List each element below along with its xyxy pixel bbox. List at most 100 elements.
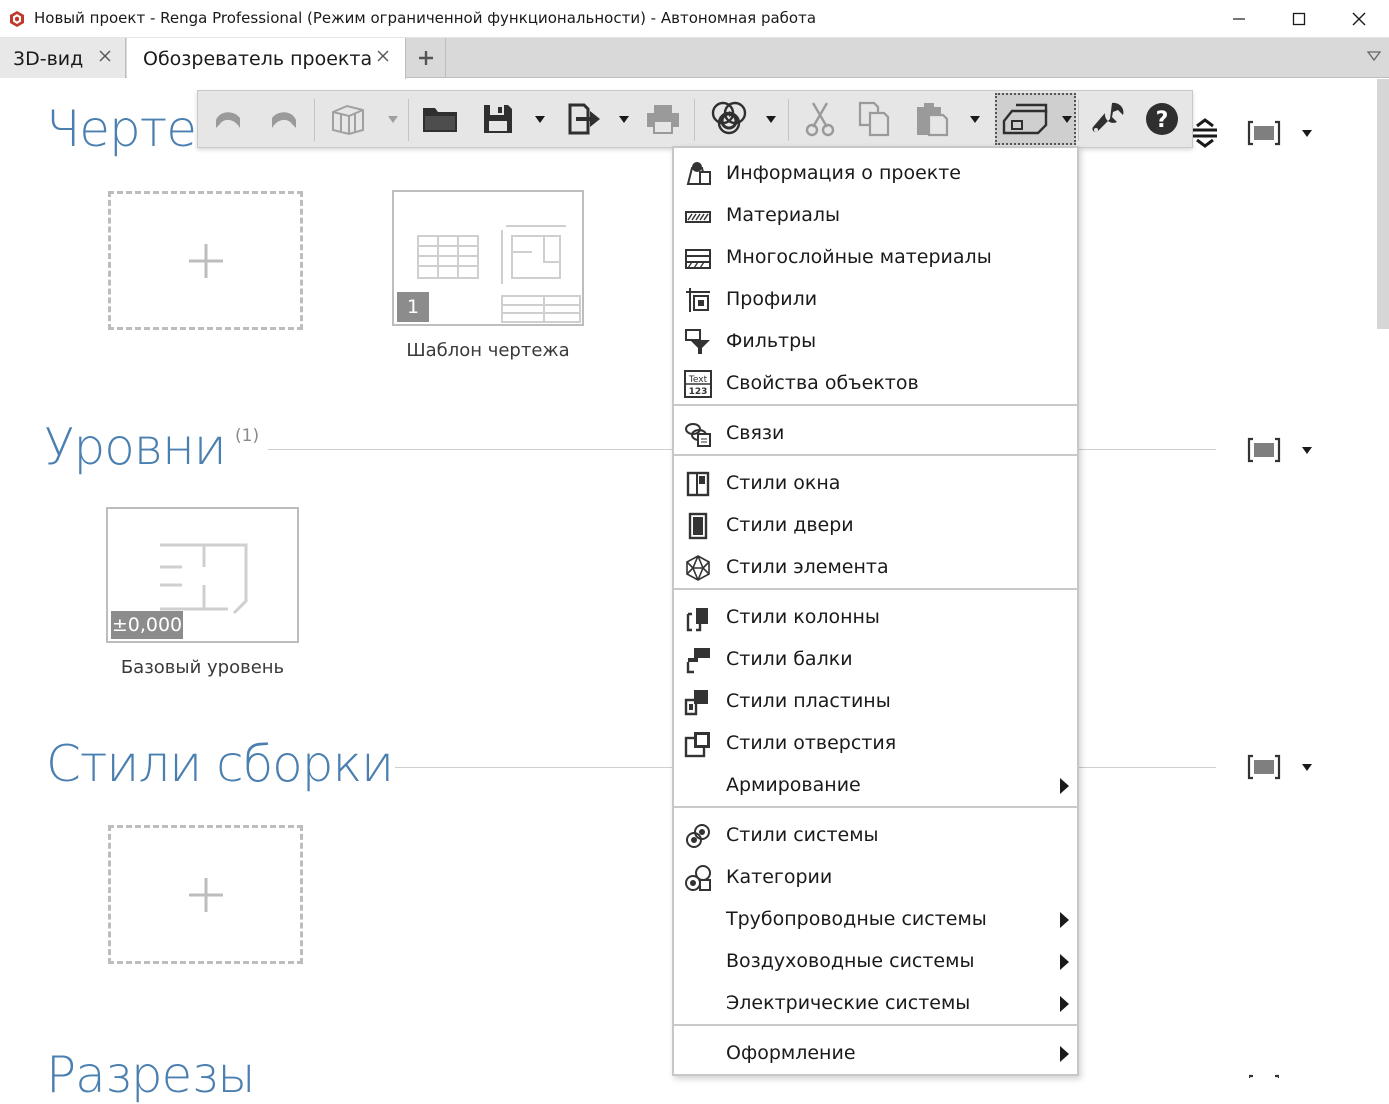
- menu-item-categories[interactable]: Категории: [674, 856, 1077, 898]
- menu-item-annotation[interactable]: Оформление: [674, 1032, 1077, 1074]
- tab-list-dropdown-icon[interactable]: [1367, 50, 1381, 62]
- menu-item-links[interactable]: Связи: [674, 412, 1077, 454]
- maximize-button[interactable]: [1269, 0, 1329, 38]
- close-window-button[interactable]: [1329, 0, 1389, 38]
- open-button[interactable]: [420, 99, 460, 139]
- add-drawing-button[interactable]: [108, 191, 303, 330]
- levels-count: (1): [235, 426, 260, 446]
- add-assembly-style-button[interactable]: [108, 825, 303, 964]
- menu-item-project-info[interactable]: Информация о проекте: [674, 152, 1077, 194]
- help-glyph: ?: [1156, 108, 1169, 133]
- tab-close-icon[interactable]: [375, 48, 391, 64]
- menu-item-window-styles[interactable]: Стили окна: [674, 462, 1077, 504]
- toolbar-separator: [1078, 99, 1079, 141]
- paste-icon: [917, 103, 949, 137]
- menu-item-column-styles[interactable]: Стили колонны: [674, 596, 1077, 638]
- view-mode-toggle[interactable]: [1249, 1068, 1279, 1078]
- submenu-arrow-icon: [1060, 912, 1069, 928]
- view-mode-toggle[interactable]: [1245, 752, 1325, 782]
- menu-item-label: Трубопроводные системы: [726, 908, 987, 930]
- section-title-sections: Разрезы: [46, 1046, 256, 1104]
- menu-item-reinforcement[interactable]: Армирование: [674, 764, 1077, 806]
- menu-item-materials[interactable]: Материалы: [674, 194, 1077, 236]
- add-tab-button[interactable]: [406, 38, 446, 78]
- view-mode-toggle[interactable]: [1245, 118, 1325, 148]
- menu-item-layered-materials[interactable]: Многослойные материалы: [674, 236, 1077, 278]
- menu-separator: [674, 454, 1077, 456]
- menu-item-electrical-systems[interactable]: Электрические системы: [674, 982, 1077, 1024]
- menu-item-label: Связи: [726, 422, 785, 444]
- svg-text:Text: Text: [688, 375, 708, 385]
- project-settings-button[interactable]: [1002, 99, 1048, 139]
- submenu-arrow-icon: [1060, 1046, 1069, 1062]
- vertical-scrollbar[interactable]: [1377, 79, 1389, 329]
- copy-icon: [858, 101, 890, 137]
- sort-icon[interactable]: [1193, 118, 1219, 150]
- drawing-number-badge: 1: [397, 292, 429, 322]
- menu-item-element-styles[interactable]: Стили элемента: [674, 546, 1077, 588]
- settings-button[interactable]: [1088, 99, 1128, 139]
- menu-item-label: Армирование: [726, 774, 861, 796]
- menu-item-plate-styles[interactable]: Стили пластины: [674, 680, 1077, 722]
- menu-item-beam-styles[interactable]: Стили балки: [674, 638, 1077, 680]
- paste-button[interactable]: [912, 99, 952, 139]
- drawing-template-caption: Шаблон чертежа: [406, 340, 570, 361]
- section-title-levels: Уровни: [44, 418, 227, 476]
- tab-close-icon[interactable]: [97, 48, 113, 64]
- cut-icon: [805, 102, 835, 137]
- tab-3d-view[interactable]: 3D-вид: [0, 38, 126, 78]
- chevron-down-icon[interactable]: [765, 113, 777, 125]
- menu-item-label: Свойства объектов: [726, 372, 919, 394]
- chevron-down-icon[interactable]: [534, 113, 546, 125]
- 3d-view-button[interactable]: [326, 99, 370, 139]
- redo-button[interactable]: [264, 99, 304, 139]
- column-styles-icon: [686, 608, 708, 632]
- chevron-down-icon[interactable]: [387, 113, 399, 125]
- menu-item-piping-systems[interactable]: Трубопроводные системы: [674, 898, 1077, 940]
- chevron-down-icon[interactable]: [618, 113, 630, 125]
- drawing-template-card[interactable]: 1: [392, 190, 584, 326]
- menu-separator: [674, 588, 1077, 590]
- menu-item-label: Электрические системы: [726, 992, 971, 1014]
- minimize-button[interactable]: [1209, 0, 1269, 38]
- menu-item-label: Воздуховодные системы: [726, 950, 975, 972]
- chevron-down-icon[interactable]: [1061, 113, 1073, 125]
- submenu-arrow-icon: [1060, 778, 1069, 794]
- title-bar: Новый проект - Renga Professional (Режим…: [0, 0, 1389, 38]
- object-properties-icon: Text 123: [684, 370, 712, 398]
- door-styles-icon: [688, 512, 708, 540]
- help-button[interactable]: ?: [1142, 99, 1182, 139]
- cut-button[interactable]: [800, 99, 840, 139]
- print-icon: [647, 105, 679, 134]
- sync-button[interactable]: [706, 99, 752, 139]
- menu-item-object-properties[interactable]: Text 123 Свойства объектов: [674, 362, 1077, 404]
- menu-item-door-styles[interactable]: Стили двери: [674, 504, 1077, 546]
- level-card[interactable]: ±0,000: [106, 507, 299, 643]
- print-button[interactable]: [642, 99, 684, 139]
- plus-icon: [418, 51, 433, 65]
- view-mode-icon: [1249, 1074, 1279, 1078]
- copy-button[interactable]: [854, 99, 894, 139]
- chevron-down-icon[interactable]: [969, 113, 981, 125]
- menu-item-label: Многослойные материалы: [726, 246, 992, 268]
- undo-icon: [216, 112, 240, 128]
- save-button[interactable]: [478, 99, 518, 139]
- system-styles-icon: [686, 824, 710, 848]
- view-mode-icon: [1247, 754, 1312, 780]
- minimize-icon: [1233, 18, 1245, 20]
- menu-item-profiles[interactable]: Профили: [674, 278, 1077, 320]
- materials-icon: [685, 211, 711, 223]
- menu-item-system-styles[interactable]: Стили системы: [674, 814, 1077, 856]
- menu-item-filters[interactable]: Фильтры: [674, 320, 1077, 362]
- undo-button[interactable]: [208, 99, 248, 139]
- export-button[interactable]: [564, 99, 604, 139]
- element-styles-icon: [686, 555, 710, 581]
- menu-item-label: Стили пластины: [726, 690, 891, 712]
- toolbar-separator: [694, 99, 695, 141]
- tab-project-explorer[interactable]: Обозреватель проекта: [127, 38, 406, 79]
- menu-item-opening-styles[interactable]: Стили отверстия: [674, 722, 1077, 764]
- menu-item-label: Оформление: [726, 1042, 856, 1064]
- view-mode-toggle[interactable]: [1245, 435, 1325, 465]
- menu-item-duct-systems[interactable]: Воздуховодные системы: [674, 940, 1077, 982]
- opening-styles-icon: [684, 732, 710, 758]
